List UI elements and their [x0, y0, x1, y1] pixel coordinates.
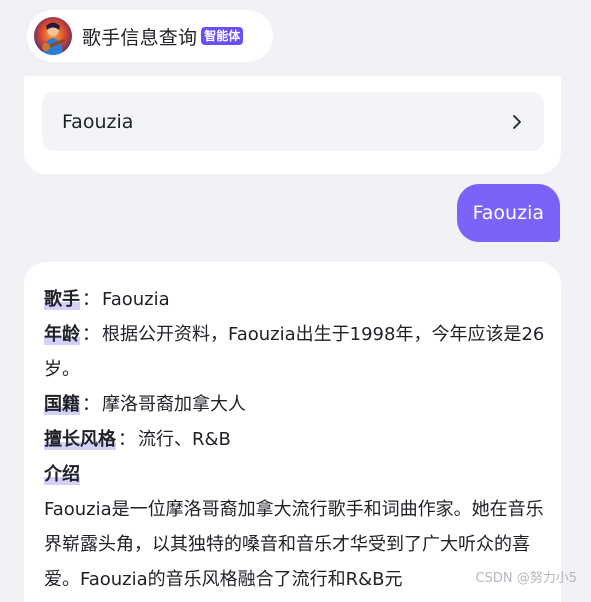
user-message-bubble: Faouzia [456, 184, 560, 242]
agent-badge: 智能体 [201, 27, 244, 45]
nationality-line: 国籍：摩洛哥裔加拿大人 [44, 394, 246, 415]
suggestion-item[interactable]: Faouzia [42, 92, 544, 151]
age-value: 根据公开资料，Faouzia出生于1998年，今年应该是26岁。 [44, 324, 545, 380]
suggestion-card: Faouzia [24, 76, 561, 174]
style-label: 擅长风格 [44, 429, 116, 450]
agent-header: 歌手信息查询 智能体 [27, 10, 273, 62]
age-line: 年龄：根据公开资料，Faouzia出生于1998年，今年应该是26岁。 [44, 324, 545, 380]
watermark: CSDN @努力小5 [475, 571, 577, 586]
style-value: 流行、R&B [138, 429, 231, 450]
agent-title: 歌手信息查询 [82, 26, 198, 49]
singer-value: Faouzia [102, 289, 170, 310]
age-label: 年龄 [44, 324, 80, 345]
intro-body: Faouzia是一位摩洛哥裔加拿大流行歌手和词曲作家。她在音乐界崭露头角，以其独… [44, 499, 544, 590]
nationality-label: 国籍 [44, 394, 80, 415]
nationality-value: 摩洛哥裔加拿大人 [102, 394, 246, 415]
style-line: 擅长风格：流行、R&B [44, 429, 231, 450]
singer-line: 歌手： Faouzia [44, 289, 170, 310]
singer-label: 歌手 [44, 289, 80, 310]
answer-card: 歌手： Faouzia 年龄：根据公开资料，Faouzia出生于1998年，今年应… [24, 262, 561, 602]
user-message-text: Faouzia [472, 202, 544, 224]
agent-avatar [34, 17, 72, 55]
intro-label: 介绍 [44, 464, 80, 485]
suggestion-text: Faouzia [62, 110, 134, 133]
chevron-right-icon [513, 114, 521, 129]
intro-title: 介绍 [44, 457, 545, 492]
